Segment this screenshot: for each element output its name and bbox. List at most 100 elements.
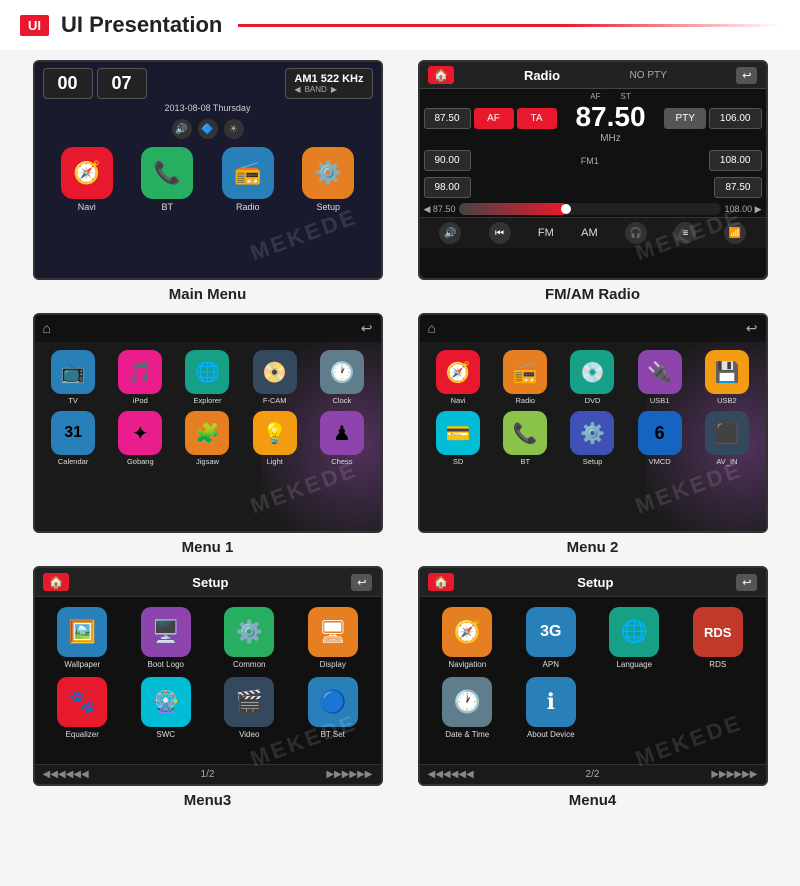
screen-main-menu[interactable]: 00 07 AM1 522 KHz ◀ BAND ▶ 2013-08-08 Th…	[33, 60, 383, 280]
mm-next-icon: ▶	[331, 85, 337, 94]
setup2-back-btn[interactable]: ↩	[736, 574, 757, 591]
radio-am-btn[interactable]: AM	[581, 227, 598, 239]
menu2-setup-icon: ⚙️	[570, 411, 614, 455]
cell-main-menu: 00 07 AM1 522 KHz ◀ BAND ▶ 2013-08-08 Th…	[20, 60, 395, 303]
menu2-sd[interactable]: 💳 SD	[428, 411, 489, 466]
setup1-bootlogo[interactable]: 🖥️ Boot Logo	[128, 607, 204, 669]
radio-fm-btn[interactable]: FM	[538, 227, 554, 239]
radio-prev-icon[interactable]: ⏮	[489, 222, 511, 244]
radio-headphone-icon[interactable]: 🎧	[625, 222, 647, 244]
menu2-usb2[interactable]: 💾 USB2	[696, 350, 757, 405]
setup2-prev-arrows[interactable]: ◀◀◀◀◀◀	[428, 769, 474, 780]
setup2-datetime[interactable]: 🕐 Date & Time	[430, 677, 506, 739]
radio-btn-9000[interactable]: 90.00	[424, 150, 471, 171]
setup1-page: 1/2	[201, 769, 215, 780]
mm-app-radio[interactable]: 📻 Radio	[222, 147, 274, 212]
menu1-fcam[interactable]: 📀 F-CAM	[244, 350, 305, 405]
radio-menu-icon[interactable]: ≡	[674, 222, 696, 244]
setup2-language[interactable]: 🌐 Language	[597, 607, 673, 669]
setup1-common[interactable]: ⚙️ Common	[212, 607, 288, 669]
menu1-chess[interactable]: ♟ Chess	[311, 411, 372, 466]
setup1-display[interactable]: 🖥 Display	[295, 607, 371, 669]
setup1-btset[interactable]: 🔵 BT Set	[295, 677, 371, 739]
radio-btn-af[interactable]: AF	[474, 108, 514, 129]
radio-home-icon[interactable]: 🏠	[428, 66, 455, 84]
setup2-aboutdevice-label: About Device	[527, 730, 575, 739]
mm-date: 2013-08-08 Thursday	[35, 103, 381, 115]
radio-bars-icon[interactable]: 📶	[724, 222, 746, 244]
radio-btn-10800[interactable]: 108.00	[709, 150, 762, 171]
radio-btn-ta[interactable]: TA	[517, 108, 557, 129]
setup1-swc[interactable]: 🎡 SWC	[128, 677, 204, 739]
menu2-dvd[interactable]: 💿 DVD	[562, 350, 623, 405]
radio-back-btn[interactable]: ↩	[736, 67, 757, 84]
radio-btn-10600[interactable]: 106.00	[709, 108, 762, 129]
setup2-navigation[interactable]: 🧭 Navigation	[430, 607, 506, 669]
menu1-calendar[interactable]: 31 Calendar	[43, 411, 104, 466]
menu2-vmcd[interactable]: 6 VMCD	[629, 411, 690, 466]
setup1-video-icon: 🎬	[224, 677, 274, 727]
radio-vol-icon[interactable]: 🔊	[439, 222, 461, 244]
menu2-usb1[interactable]: 🔌 USB1	[629, 350, 690, 405]
menu2-avin[interactable]: ⬛ AV_IN	[696, 411, 757, 466]
setup2-page: 2/2	[586, 769, 600, 780]
mm-radio-info: AM1 522 KHz ◀ BAND ▶	[285, 68, 372, 99]
setup2-next-arrows[interactable]: ▶▶▶▶▶▶	[711, 769, 757, 780]
menu2-vmcd-label: VMCD	[649, 457, 671, 466]
mm-band-row: ◀ BAND ▶	[294, 85, 363, 94]
radio-slider-thumb	[561, 204, 571, 214]
menu2-radio-icon: 📻	[503, 350, 547, 394]
radio-freq-large: 87.50	[575, 103, 645, 131]
menu1-ipod[interactable]: 🎵 iPod	[110, 350, 171, 405]
mm-app-setup[interactable]: ⚙️ Setup	[302, 147, 354, 212]
radio-screen: 🏠 Radio NO PTY ↩ 87.50 AF TA AF ST	[420, 62, 766, 278]
menu1-tv[interactable]: 📺 TV	[43, 350, 104, 405]
header-title: UI Presentation	[61, 12, 222, 38]
screen-menu2[interactable]: ⌂ ↩ 🧭 Navi 📻 Radio 💿 DVD	[418, 313, 768, 533]
mm-app-navi[interactable]: 🧭 Navi	[61, 147, 113, 212]
setup1-home-icon[interactable]: 🏠	[43, 573, 70, 591]
menu2-radio[interactable]: 📻 Radio	[495, 350, 556, 405]
setup1-next-arrows[interactable]: ▶▶▶▶▶▶	[326, 769, 372, 780]
mm-app-bt[interactable]: 📞 BT	[141, 147, 193, 212]
radio-st-label: ST	[620, 92, 630, 101]
setup1-wallpaper-icon: 🖼️	[57, 607, 107, 657]
setup2-aboutdevice[interactable]: ℹ About Device	[513, 677, 589, 739]
menu1-jigsaw[interactable]: 🧩 Jigsaw	[177, 411, 238, 466]
mm-status-icons: 🔊 🔷 ☀	[35, 115, 381, 143]
setup1-footer: ◀◀◀◀◀◀ 1/2 ▶▶▶▶▶▶	[35, 764, 381, 784]
menu2-bt[interactable]: 📞 BT	[495, 411, 556, 466]
menu2-usb1-label: USB1	[650, 396, 670, 405]
setup2-apn[interactable]: 3G APN	[513, 607, 589, 669]
radio-btn-pty[interactable]: PTY	[664, 108, 705, 129]
setup1-prev-arrows[interactable]: ◀◀◀◀◀◀	[43, 769, 89, 780]
setup1-equalizer[interactable]: 🐾 Equalizer	[45, 677, 121, 739]
setup1-video[interactable]: 🎬 Video	[212, 677, 288, 739]
menu1-gobang[interactable]: ✦ Gobang	[110, 411, 171, 466]
radio-btn-8750[interactable]: 87.50	[424, 108, 471, 129]
menu1-light-label: Light	[267, 457, 283, 466]
menu1-explorer[interactable]: 🌐 Explorer	[177, 350, 238, 405]
setup2-apn-label: APN	[543, 660, 559, 669]
menu2-setup[interactable]: ⚙️ Setup	[562, 411, 623, 466]
screen-radio[interactable]: 🏠 Radio NO PTY ↩ 87.50 AF TA AF ST	[418, 60, 768, 280]
radio-btn-8750b[interactable]: 87.50	[714, 177, 761, 198]
setup1-wallpaper[interactable]: 🖼️ Wallpaper	[45, 607, 121, 669]
cell-menu1: ⌂ ↩ 📺 TV 🎵 iPod 🌐 Explorer	[20, 313, 395, 556]
menu2-setup-label: Setup	[583, 457, 603, 466]
menu2-navi[interactable]: 🧭 Navi	[428, 350, 489, 405]
setup2-rds[interactable]: RDS RDS	[680, 607, 756, 669]
screen-setup1[interactable]: 🏠 Setup ↩ 🖼️ Wallpaper 🖥️ Boot Logo ⚙️	[33, 566, 383, 786]
screen-setup2[interactable]: 🏠 Setup ↩ 🧭 Navigation 3G APN 🌐	[418, 566, 768, 786]
menu1-clock[interactable]: 🕐 Clock	[311, 350, 372, 405]
menu1-light[interactable]: 💡 Light	[244, 411, 305, 466]
radio-btn-9800[interactable]: 98.00	[424, 177, 471, 198]
setup2-home-icon[interactable]: 🏠	[428, 573, 455, 591]
radio-slider[interactable]	[459, 203, 720, 215]
setup1-swc-label: SWC	[156, 730, 175, 739]
menu1-jigsaw-label: Jigsaw	[196, 457, 219, 466]
mm-volume-icon: 🔊	[172, 119, 192, 139]
screen-menu1[interactable]: ⌂ ↩ 📺 TV 🎵 iPod 🌐 Explorer	[33, 313, 383, 533]
radio-bottom-bar: 🔊 ⏮ FM AM 🎧 ≡ 📶	[420, 217, 766, 248]
setup1-back-btn[interactable]: ↩	[351, 574, 372, 591]
